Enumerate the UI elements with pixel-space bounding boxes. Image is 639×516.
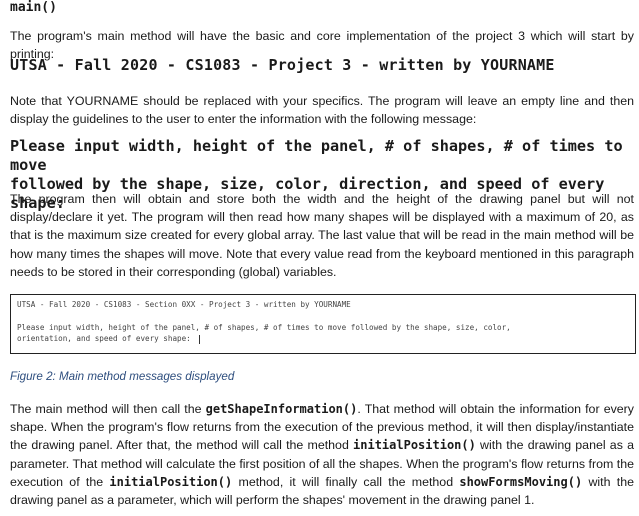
text-cursor <box>198 334 200 344</box>
console-output-box: UTSA - Fall 2020 - CS1083 - Section 0XX … <box>10 294 636 354</box>
code-title-line: UTSA - Fall 2020 - CS1083 - Project 3 - … <box>10 56 555 74</box>
method-flow-paragraph: The main method will then call the getSh… <box>10 400 634 509</box>
p4-text-4: method, it will finally call the method <box>232 474 460 489</box>
section-heading: main() <box>10 0 57 15</box>
code-prompt-line-1: Please input width, height of the panel,… <box>10 137 623 174</box>
note-paragraph: Note that YOURNAME should be replaced wi… <box>10 94 634 127</box>
inline-code-showFormsMoving: showFormsMoving() <box>459 474 583 489</box>
description-paragraph: The program then will obtain and store b… <box>10 192 634 279</box>
console-line-1: UTSA - Fall 2020 - CS1083 - Section 0XX … <box>17 300 351 309</box>
console-line-3: orientation, and speed of every shape: <box>17 333 629 344</box>
document-page: main() The program's main method will ha… <box>0 0 639 516</box>
figure-caption: Figure 2: Main method messages displayed <box>10 370 235 383</box>
p4-text-1: The main method will then call the <box>10 402 206 416</box>
console-line-3-text: orientation, and speed of every shape: <box>17 334 191 343</box>
inline-code-getShapeInformation: getShapeInformation() <box>205 402 358 416</box>
inline-code-initialPosition-2: initialPosition() <box>109 474 233 489</box>
console-line-2: Please input width, height of the panel,… <box>17 323 511 332</box>
inline-code-initialPosition: initialPosition() <box>353 438 476 453</box>
